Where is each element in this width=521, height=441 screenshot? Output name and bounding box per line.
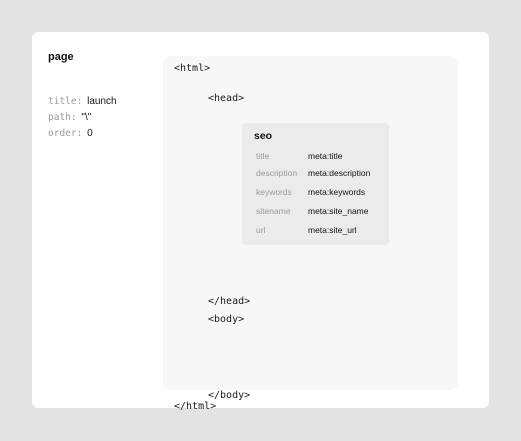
property-value: launch <box>87 96 117 107</box>
seo-value: meta:description <box>308 168 371 178</box>
property-row-title: title: launch <box>48 94 117 110</box>
template-code-panel: <html> <head> seo title meta:title descri… <box>163 56 458 412</box>
property-value: 0 <box>87 128 93 139</box>
seo-key: title <box>256 151 270 161</box>
property-row-path: path: "\" <box>48 110 117 126</box>
property-row-order: order: 0 <box>48 126 117 142</box>
property-key: order: <box>48 128 83 139</box>
page-properties: title: launch path: "\" order: 0 <box>48 94 117 142</box>
seo-value: meta:keywords <box>308 187 366 197</box>
seo-key: keywords <box>256 187 292 197</box>
head-close-tag: </head> <box>208 296 251 307</box>
seo-key: description <box>256 168 298 178</box>
seo-key: url <box>256 225 266 235</box>
page-title: page <box>48 51 74 63</box>
html-close-tag: </html> <box>174 401 217 412</box>
seo-value: meta:site_name <box>308 206 369 216</box>
head-open-tag: <head> <box>208 93 245 104</box>
seo-row-title: title meta:title <box>256 151 386 161</box>
property-value: "\" <box>81 112 92 123</box>
seo-value: meta:title <box>308 151 343 161</box>
seo-row-keywords: keywords meta:keywords <box>256 187 386 197</box>
seo-key: sitename <box>256 206 291 216</box>
body-open-tag: <body> <box>208 314 245 325</box>
seo-component-box: seo title meta:title description meta:desc… <box>242 123 389 245</box>
seo-value: meta:site_url <box>308 225 357 235</box>
property-key: path: <box>48 112 77 123</box>
seo-title: seo <box>254 130 273 142</box>
seo-row-url: url meta:site_url <box>256 225 386 235</box>
body-close-tag: </body> <box>208 390 251 401</box>
seo-row-sitename: sitename meta:site_name <box>256 206 386 216</box>
html-open-tag: <html> <box>174 63 211 74</box>
page-card: page title: launch path: "\" order: 0 <h… <box>32 32 489 412</box>
property-key: title: <box>48 96 83 107</box>
seo-row-description: description meta:description <box>256 168 386 178</box>
